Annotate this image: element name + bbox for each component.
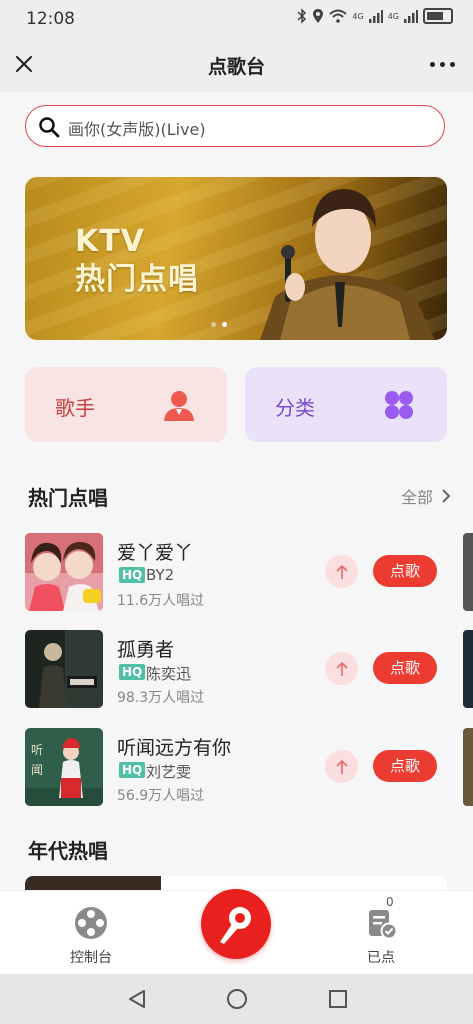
edge-thumbnail xyxy=(463,533,473,611)
status-bar: 12:08 4G 4G xyxy=(0,0,473,38)
sing-button[interactable]: 点歌 xyxy=(373,555,437,587)
song-item[interactable]: 听 闻 听闻远方有你 HQ 刘艺雯 56.9万人唱过 点歌 xyxy=(25,728,445,806)
category-icon xyxy=(385,391,413,419)
chevron-right-icon xyxy=(442,489,451,503)
category-card[interactable]: 分类 xyxy=(245,367,447,442)
more-icon[interactable] xyxy=(430,62,455,67)
song-item[interactable]: 爱丫爱丫 HQ BY2 11.6万人唱过 点歌 xyxy=(25,533,445,611)
song-artist: 陈奕迅 xyxy=(146,665,192,683)
hq-badge: HQ xyxy=(119,567,146,583)
ktv-banner[interactable]: KTV 热门点唱 xyxy=(25,177,447,340)
priority-up-button[interactable] xyxy=(325,750,358,783)
priority-up-button[interactable] xyxy=(325,652,358,685)
song-sing-count: 56.9万人唱过 xyxy=(117,788,205,804)
svg-text:闻: 闻 xyxy=(31,763,43,777)
wifi-icon xyxy=(329,9,348,23)
arrow-up-icon xyxy=(335,759,348,774)
status-time: 12:08 xyxy=(26,9,75,29)
song-artist: 刘艺雯 xyxy=(146,763,192,781)
song-title: 爱丫爱丫 xyxy=(117,542,194,564)
song-sing-count: 11.6万人唱过 xyxy=(117,593,205,609)
home-icon[interactable] xyxy=(226,988,248,1010)
status-icons: 4G 4G xyxy=(297,8,453,24)
microphone-icon xyxy=(220,907,251,944)
search-input[interactable]: 画你(女声版)(Live) xyxy=(25,105,445,147)
search-placeholder: 画你(女声版)(Live) xyxy=(68,120,206,139)
song-title: 听闻远方有你 xyxy=(117,737,232,759)
bottom-nav: 控制台 0 已点 xyxy=(0,889,473,975)
console-label: 控制台 xyxy=(70,950,112,966)
singer-label: 歌手 xyxy=(55,396,95,420)
edge-thumbnail xyxy=(463,630,473,708)
nav-console[interactable]: 控制台 xyxy=(56,905,126,967)
era-section-title: 年代热唱 xyxy=(28,839,108,863)
singer-category-card[interactable]: 歌手 xyxy=(25,367,227,442)
back-icon[interactable] xyxy=(126,988,148,1010)
arrow-up-icon xyxy=(335,564,348,579)
song-sing-count: 98.3万人唱过 xyxy=(117,690,205,706)
priority-up-button[interactable] xyxy=(325,555,358,588)
network-label-1: 4G xyxy=(352,11,364,21)
banner-line-1: KTV xyxy=(75,224,145,259)
song-cover xyxy=(25,630,103,708)
queue-label: 已点 xyxy=(367,950,395,966)
hq-badge: HQ xyxy=(119,664,146,680)
hq-badge: HQ xyxy=(119,762,146,778)
song-artist: BY2 xyxy=(146,566,175,584)
microphone-button[interactable] xyxy=(201,889,271,959)
sing-button[interactable]: 点歌 xyxy=(373,750,437,782)
system-nav-bar xyxy=(0,974,473,1024)
signal-icon xyxy=(368,10,383,23)
song-title: 孤勇者 xyxy=(117,639,175,661)
network-label-2: 4G xyxy=(387,11,399,21)
queue-list-icon xyxy=(369,910,398,940)
signal-icon-2 xyxy=(404,10,418,23)
svg-text:听: 听 xyxy=(31,743,43,757)
console-icon xyxy=(75,907,107,939)
banner-line-2: 热门点唱 xyxy=(75,262,199,297)
header: 点歌台 xyxy=(0,38,473,92)
hot-section-title: 热门点唱 xyxy=(28,486,108,510)
recent-apps-icon[interactable] xyxy=(328,989,348,1009)
edge-thumbnail xyxy=(463,728,473,806)
song-item[interactable]: 孤勇者 HQ 陈奕迅 98.3万人唱过 点歌 xyxy=(25,630,445,708)
see-all-link[interactable]: 全部 xyxy=(401,484,451,508)
search-icon xyxy=(39,117,60,138)
bluetooth-icon xyxy=(297,8,307,24)
banner-title: KTV 热门点唱 xyxy=(75,223,199,299)
page-title: 点歌台 xyxy=(207,56,265,78)
song-cover xyxy=(25,533,103,611)
category-label: 分类 xyxy=(275,396,315,420)
banner-pagination xyxy=(211,322,227,327)
battery-icon xyxy=(423,8,453,24)
singer-photo xyxy=(260,189,435,340)
song-cover: 听 闻 xyxy=(25,728,103,806)
sing-button[interactable]: 点歌 xyxy=(373,652,437,684)
arrow-up-icon xyxy=(335,661,348,676)
nav-queue[interactable]: 0 已点 xyxy=(346,895,416,967)
see-all-label: 全部 xyxy=(400,488,433,507)
queue-count: 0 xyxy=(386,895,394,909)
singer-icon xyxy=(164,391,194,421)
location-icon xyxy=(313,9,324,23)
